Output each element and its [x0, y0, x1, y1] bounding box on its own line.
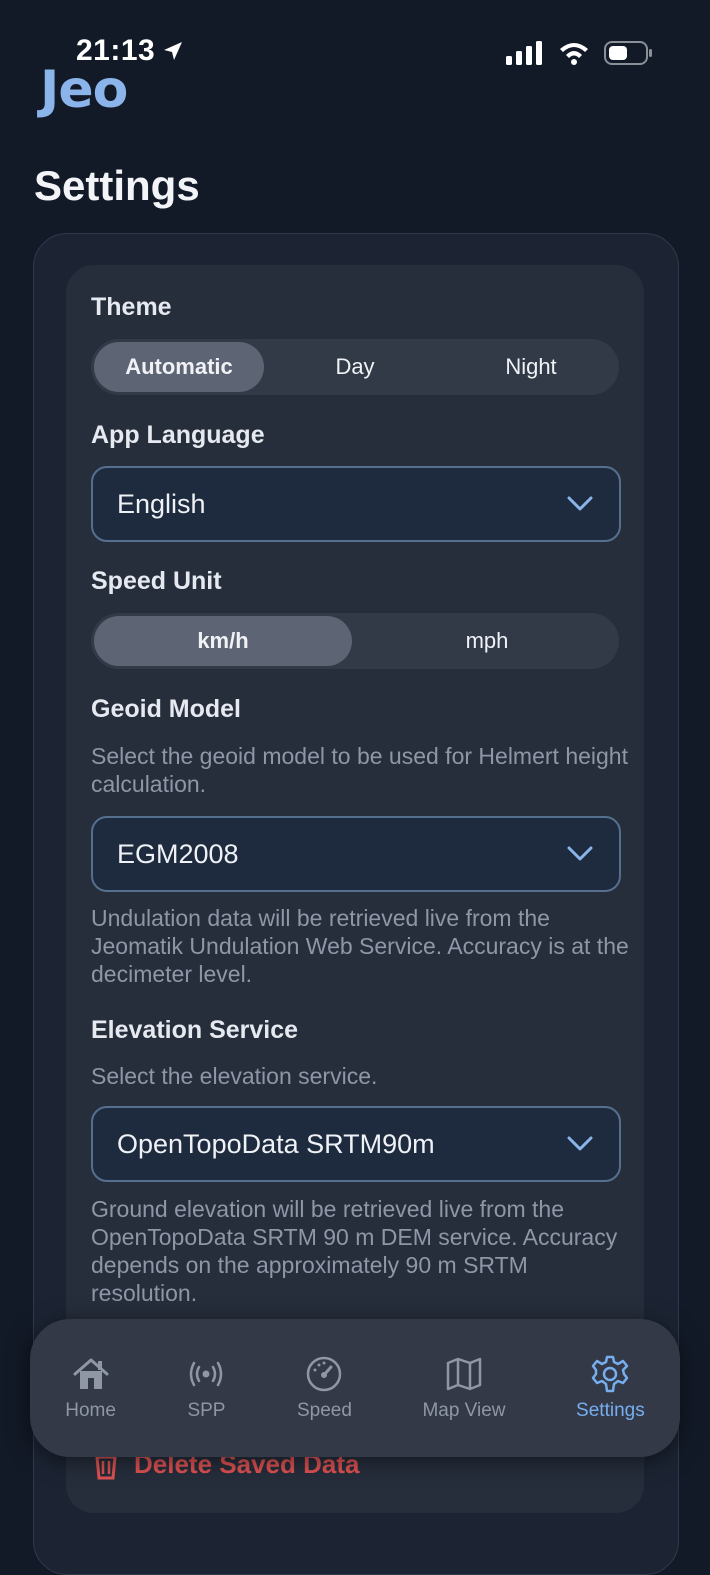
elevation-description: Select the elevation service. — [91, 1063, 378, 1089]
tab-settings-label: Settings — [576, 1400, 645, 1421]
language-label: App Language — [91, 421, 265, 449]
elevation-label: Elevation Service — [91, 1016, 299, 1044]
wifi-icon — [560, 43, 588, 65]
cellular-signal-icon — [506, 41, 542, 65]
elevation-note: Ground elevation will be retrieved live … — [91, 1196, 618, 1306]
tab-spp[interactable]: SPP — [186, 1354, 226, 1422]
gear-icon — [592, 1355, 629, 1393]
signal-icon — [190, 1361, 223, 1387]
geoid-description: Select the geoid model to be used for He… — [91, 743, 628, 797]
language-select[interactable]: English — [91, 466, 621, 542]
location-arrow-icon — [164, 42, 183, 60]
speed-unit-segmented-control: km/h mph — [91, 613, 619, 669]
elevation-select[interactable]: OpenTopoData SRTM90m — [91, 1106, 621, 1182]
page-title: Settings — [34, 162, 200, 209]
elevation-value: OpenTopoData SRTM90m — [117, 1128, 435, 1159]
tab-bar: Home SPP Speed Map View Settings — [30, 1319, 680, 1457]
speed-unit-option-kmh[interactable]: km/h — [94, 616, 352, 666]
speed-unit-label: Speed Unit — [91, 567, 222, 595]
theme-label: Theme — [91, 293, 172, 321]
chevron-down-icon — [567, 1136, 593, 1151]
theme-segmented-control: Automatic Day Night — [91, 339, 619, 395]
app-logo: Jeo — [40, 60, 128, 120]
geoid-select[interactable]: EGM2008 — [91, 816, 621, 892]
tab-speed[interactable]: Speed — [297, 1354, 352, 1422]
tab-settings[interactable]: Settings — [576, 1354, 645, 1422]
language-value: English — [117, 488, 206, 519]
chevron-down-icon — [567, 496, 593, 511]
geoid-label: Geoid Model — [91, 695, 241, 723]
speedometer-icon — [307, 1356, 342, 1392]
home-icon — [73, 1358, 109, 1389]
tab-home[interactable]: Home — [65, 1354, 116, 1422]
theme-option-automatic[interactable]: Automatic — [94, 342, 264, 392]
theme-option-night[interactable]: Night — [446, 342, 616, 392]
chevron-down-icon — [567, 846, 593, 861]
theme-option-day[interactable]: Day — [270, 342, 440, 392]
tab-home-label: Home — [65, 1400, 116, 1421]
speed-unit-option-mph[interactable]: mph — [358, 616, 616, 666]
map-icon — [446, 1357, 482, 1391]
tab-map-view[interactable]: Map View — [422, 1354, 506, 1422]
geoid-value: EGM2008 — [117, 838, 239, 869]
battery-icon — [604, 41, 652, 65]
geoid-note: Undulation data will be retrieved live f… — [91, 905, 629, 987]
tab-spp-label: SPP — [187, 1400, 226, 1421]
tab-speed-label: Speed — [296, 1400, 352, 1421]
tab-map-view-label: Map View — [422, 1400, 506, 1421]
